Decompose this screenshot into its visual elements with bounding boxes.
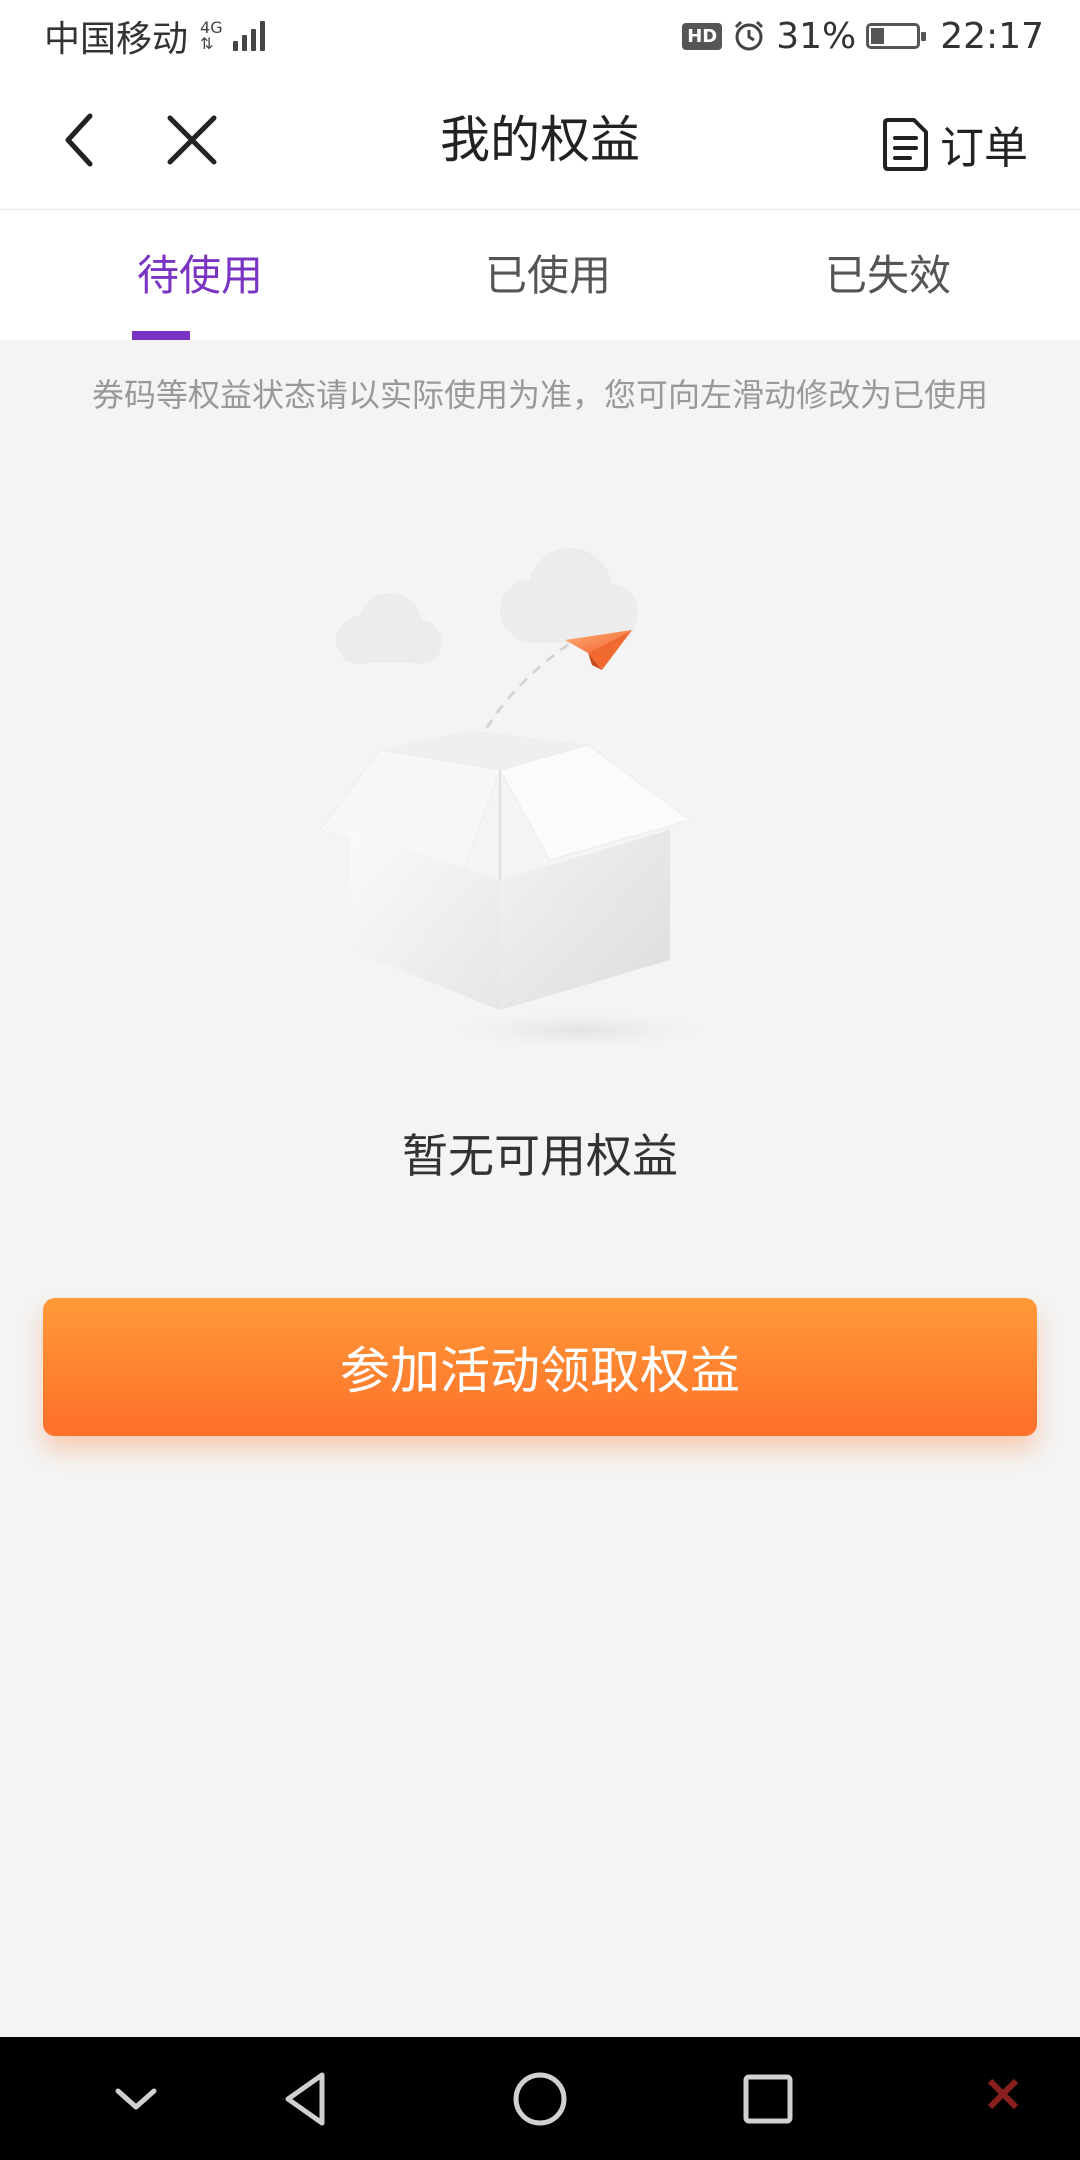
battery-fill	[871, 28, 885, 44]
tab-label: 已失效	[824, 251, 951, 300]
notice-text: 券码等权益状态请以实际使用为准，您可向左滑动修改为已使用	[91, 376, 988, 414]
battery-percent: 31%	[776, 15, 857, 57]
watermark-icon	[987, 2078, 1019, 2110]
back-arrow-icon[interactable]	[50, 108, 114, 172]
active-tab-indicator	[132, 331, 190, 340]
tab-used[interactable]: 已使用	[400, 210, 696, 340]
close-icon[interactable]	[160, 108, 224, 172]
home-circle-icon[interactable]	[508, 2067, 572, 2131]
system-nav-bar	[0, 2037, 1080, 2160]
order-button[interactable]: 订单	[882, 112, 1028, 176]
tab-unused[interactable]: 待使用	[0, 210, 400, 340]
signal-icon	[232, 21, 265, 51]
hd-icon: HD	[682, 22, 723, 50]
empty-box-illustration	[320, 548, 730, 1050]
battery-icon	[866, 23, 927, 49]
tab-label: 已使用	[484, 251, 611, 300]
status-bar: 中国移动 4G ⇅ HD 31% 22:17	[0, 0, 1080, 72]
status-right: HD 31% 22:17	[682, 16, 1044, 57]
join-activity-button[interactable]: 参加活动领取权益	[43, 1298, 1037, 1436]
tab-expired[interactable]: 已失效	[696, 210, 1080, 340]
carrier-name: 中国移动	[44, 19, 189, 60]
clock: 22:17	[940, 15, 1044, 57]
tab-bar: 待使用 已使用 已失效	[0, 210, 1080, 340]
tab-label: 待使用	[136, 251, 263, 300]
network-indicator: 4G ⇅	[200, 20, 223, 52]
document-icon	[883, 118, 928, 171]
data-arrows-icon: ⇅	[200, 34, 214, 53]
watermark-logo	[986, 2077, 1020, 2111]
empty-state-message: 暂无可用权益	[402, 1129, 678, 1183]
status-left: 中国移动 4G ⇅	[44, 10, 265, 62]
back-triangle-icon[interactable]	[276, 2067, 340, 2131]
app-header: 我的权益 订单	[0, 72, 1080, 210]
order-label: 订单	[940, 123, 1028, 174]
recents-square-icon[interactable]	[736, 2067, 800, 2131]
chevron-down-icon[interactable]	[104, 2067, 168, 2131]
alarm-icon	[735, 20, 764, 51]
